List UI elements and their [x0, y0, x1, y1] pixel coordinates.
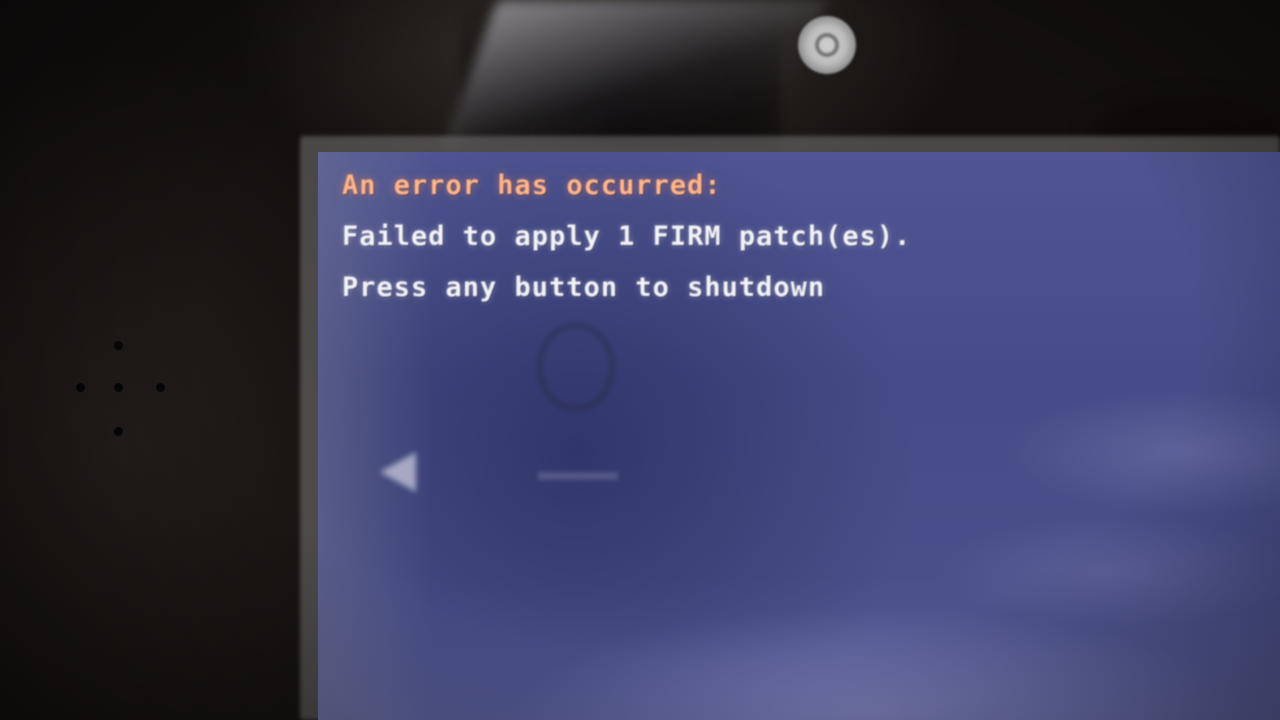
photo-scene: An error has occurred: Failed to apply 1…: [0, 0, 1280, 720]
camera-icon: [798, 16, 856, 74]
reflection-arrow-icon: [380, 452, 416, 492]
bezel-glare: [442, 0, 828, 150]
error-title: An error has occurred:: [342, 170, 722, 201]
shutdown-instruction: Press any button to shutdown: [342, 272, 826, 303]
speaker-grille-icon: [70, 335, 180, 445]
reflection-power-icon: [528, 322, 638, 492]
error-message: Failed to apply 1 FIRM patch(es).: [342, 221, 912, 252]
